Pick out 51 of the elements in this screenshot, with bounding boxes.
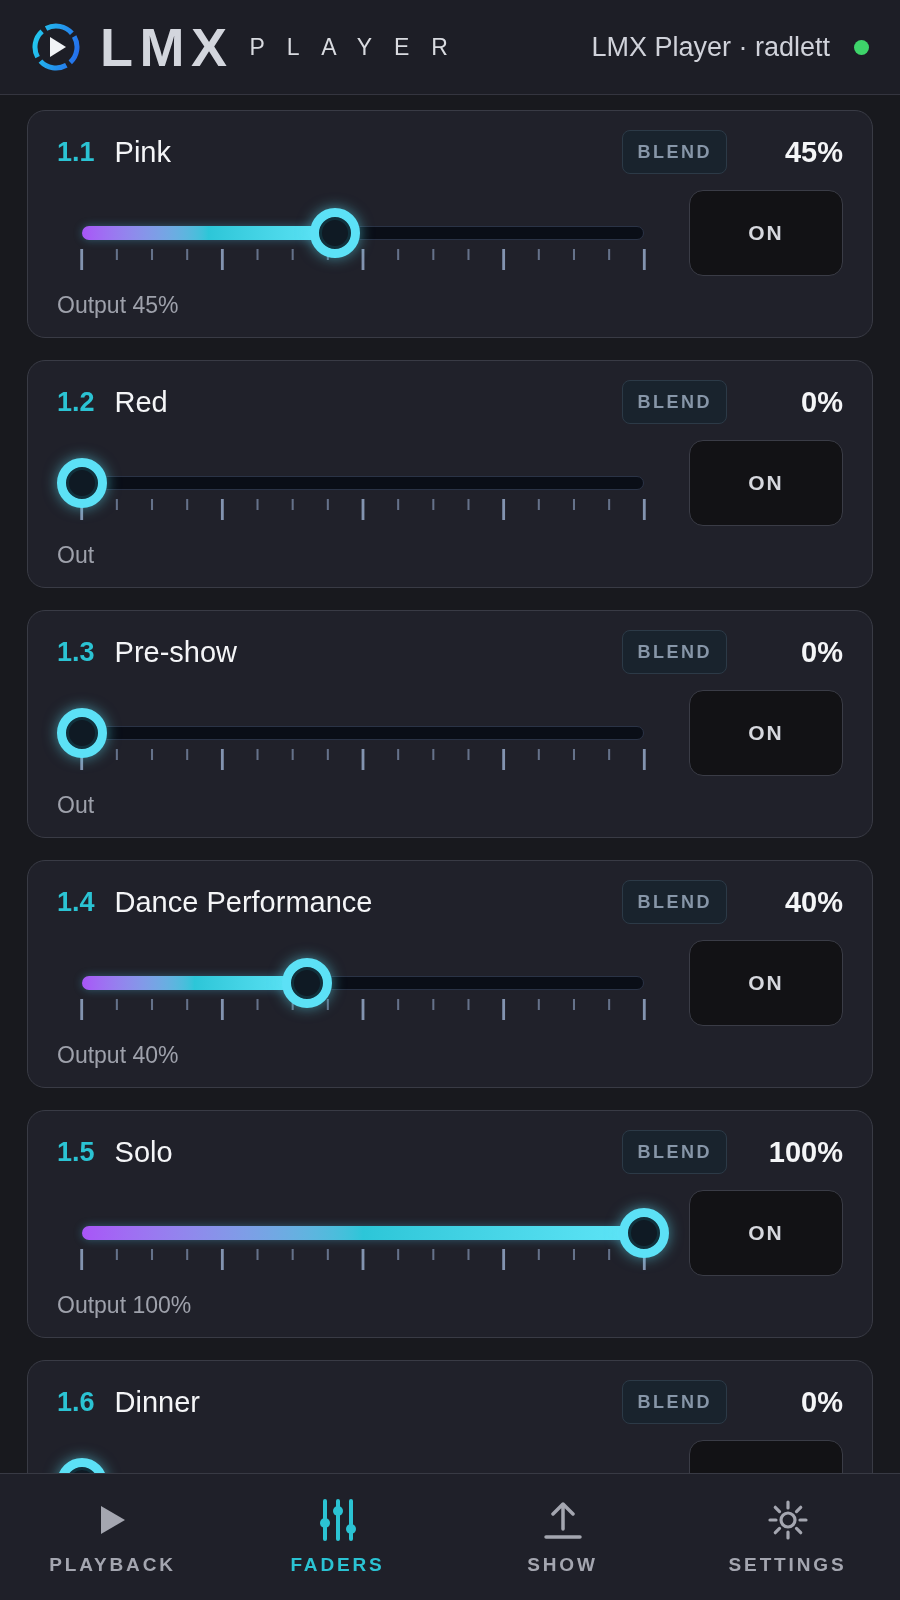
fader-number: 1.5 (57, 1138, 95, 1166)
fader-number: 1.4 (57, 888, 95, 916)
nav-tab[interactable]: SETTINGS (675, 1474, 900, 1600)
fader-number: 1.1 (57, 138, 95, 166)
on-button[interactable]: ON (689, 440, 843, 526)
output-caption: Out (57, 792, 96, 818)
output-caption: Output 40% (57, 1042, 180, 1068)
blend-button[interactable]: BLEND (622, 630, 727, 674)
fader-percent: 40% (783, 887, 843, 917)
fader-number: 1.2 (57, 388, 95, 416)
fader-percent: 0% (800, 387, 843, 417)
fader-name: Pink (114, 137, 171, 167)
fader-percent: 0% (800, 1387, 843, 1417)
fader-name: Solo (114, 1137, 173, 1167)
fader-percent: 0% (800, 637, 843, 667)
output-caption: Out (57, 542, 96, 568)
fader-number: 1.6 (57, 1388, 95, 1416)
on-button[interactable]: ON (689, 190, 843, 276)
fader-name: Dinner (114, 1387, 200, 1417)
play-logo-icon (32, 23, 80, 71)
session-status: LMX Player · radlett (591, 30, 830, 64)
upload-icon (543, 1501, 582, 1539)
slider-thumb[interactable] (619, 1208, 669, 1258)
slider-thumb[interactable] (281, 958, 332, 1008)
nav-tab[interactable]: FADERS (225, 1474, 450, 1600)
output-caption: Output 100% (57, 1292, 193, 1318)
nav-tab[interactable]: SHOW (450, 1474, 675, 1600)
blend-button[interactable]: BLEND (622, 380, 727, 424)
slider-thumb[interactable] (309, 208, 360, 258)
fader-name: Pre-show (114, 637, 238, 667)
fader-name: Dance Performance (114, 887, 373, 917)
logo-wordmark: LMX (100, 20, 234, 74)
settings-icon (766, 1499, 809, 1541)
blend-button[interactable]: BLEND (622, 880, 727, 924)
output-caption: Output 45% (57, 292, 180, 318)
fader-percent: 100% (767, 1137, 843, 1167)
blend-button[interactable]: BLEND (622, 1380, 727, 1424)
slider-thumb[interactable] (57, 708, 107, 758)
nav-tab[interactable]: PLAYBACK (0, 1474, 225, 1600)
blend-button[interactable]: BLEND (622, 130, 727, 174)
sliders-icon (317, 1499, 358, 1541)
logo-subtitle: PLAYER (249, 35, 470, 59)
fader-number: 1.3 (57, 638, 95, 666)
play-icon (100, 1506, 125, 1534)
on-button[interactable]: ON (689, 940, 843, 1026)
blend-button[interactable]: BLEND (622, 1130, 727, 1174)
on-button[interactable]: ON (689, 1190, 843, 1276)
slider-thumb[interactable] (57, 458, 107, 508)
on-button[interactable]: ON (689, 690, 843, 776)
fader-percent: 45% (783, 137, 843, 167)
fader-name: Red (114, 387, 168, 417)
